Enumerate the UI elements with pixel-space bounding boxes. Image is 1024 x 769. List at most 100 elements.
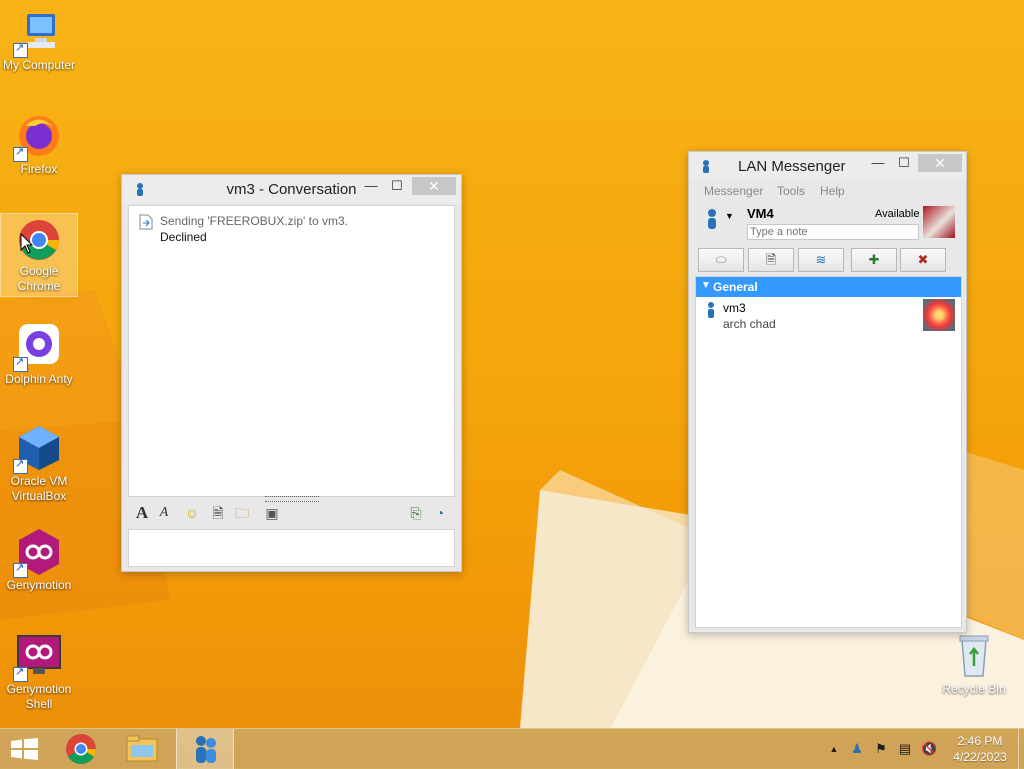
clock-time: 2:46 PM: [957, 734, 1003, 748]
desktop-icon-firefox[interactable]: Firefox: [1, 112, 77, 180]
user-status[interactable]: Available: [875, 208, 919, 220]
contact-note: arch chad: [723, 317, 776, 331]
dolphin-anty-icon: [13, 322, 63, 372]
desktop-icon-label: Genymotion Shell: [6, 682, 72, 711]
user-name: VM4: [747, 206, 774, 221]
send-file-icon[interactable]: 🗎: [208, 503, 228, 523]
lan-messenger-window: LAN Messenger — ☐ ✕ Messenger Tools Help…: [688, 151, 967, 633]
action-center-flag-icon[interactable]: ⚑: [873, 741, 889, 757]
start-button[interactable]: [0, 729, 54, 769]
windows-logo-icon: [11, 738, 38, 760]
desktop-icon-genymotion[interactable]: Genymotion: [1, 528, 77, 596]
taskbar-chrome[interactable]: [56, 729, 110, 769]
messenger-titlebar[interactable]: LAN Messenger — ☐ ✕: [689, 152, 966, 180]
shortcut-arrow-icon: [13, 457, 28, 474]
lan-messenger-tray-icon[interactable]: ♟: [849, 741, 865, 757]
user-status-icon[interactable]: [705, 208, 719, 230]
window-title: LAN Messenger: [738, 158, 846, 175]
contact-avatar: [923, 299, 955, 331]
show-hidden-icons-button[interactable]: ▲: [826, 741, 842, 757]
broadcast-icon[interactable]: ⎘: [406, 503, 426, 523]
mouse-cursor-icon: [20, 233, 34, 254]
shortcut-arrow-icon: [13, 561, 28, 578]
file-explorer-icon: [126, 735, 158, 762]
user-avatar[interactable]: [923, 206, 955, 238]
broadcast-button[interactable]: ≋: [798, 248, 844, 272]
clock[interactable]: 2:46 PM 4/22/2023: [944, 733, 1016, 765]
desktop-icon-genymotion-shell[interactable]: Genymotion Shell: [1, 632, 77, 714]
contact-status-icon: [708, 302, 714, 318]
user-panel: ▼ VM4 Available: [695, 204, 960, 242]
status-dropdown-icon[interactable]: ▼: [725, 211, 734, 221]
taskbar: ▲ ♟ ⚑ ▤ 🔇 2:46 PM 4/22/2023: [0, 728, 1024, 769]
file-transfer-icon: [139, 214, 153, 230]
conversation-titlebar[interactable]: vm3 - Conversation — ☐ ✕: [122, 175, 461, 203]
desktop-icon-google-chrome[interactable]: Google Chrome: [0, 213, 78, 297]
expand-arrow-icon: ▼: [701, 280, 711, 291]
minimize-button[interactable]: —: [358, 177, 384, 195]
send-folder-icon[interactable]: 🗀: [232, 503, 252, 523]
desktop-icon-label: Firefox: [20, 162, 58, 176]
clock-date: 4/22/2023: [953, 750, 1007, 764]
contact-list: ▼ General vm3 arch chad: [695, 276, 962, 628]
shortcut-arrow-icon: [13, 355, 28, 372]
contact-name: vm3: [723, 301, 746, 315]
taskbar-file-explorer[interactable]: [116, 729, 170, 769]
network-icon[interactable]: ▤: [897, 741, 913, 757]
desktop-icon-dolphin-anty[interactable]: Dolphin Anty: [1, 322, 77, 390]
history-icon[interactable]: ◔: [430, 503, 450, 523]
messenger-toolbar: ⬭ 🗎 ≋ ✚ ✖: [698, 248, 958, 272]
conversation-window: vm3 - Conversation — ☐ ✕ Sending 'FREERO…: [121, 174, 462, 572]
desktop-icon-my-computer[interactable]: My Computer: [1, 8, 77, 76]
recycle-bin-icon: [950, 632, 998, 680]
genymotion-icon: [13, 528, 63, 578]
close-button[interactable]: ✕: [918, 154, 962, 172]
window-title: vm3 - Conversation: [226, 181, 357, 198]
computer-icon: [13, 8, 63, 58]
message-input[interactable]: [128, 529, 455, 567]
firefox-icon: [13, 112, 63, 162]
menu-messenger[interactable]: Messenger: [704, 184, 763, 198]
menu-tools[interactable]: Tools: [777, 184, 805, 198]
remove-contact-button[interactable]: ✖: [900, 248, 946, 272]
file-transfer-message: Sending 'FREEROBUX.zip' to vm3.: [160, 214, 348, 228]
genymotion-shell-icon: [13, 632, 63, 682]
splitter-handle[interactable]: [265, 496, 319, 502]
desktop-icon-label: Recycle Bin: [942, 682, 1006, 696]
messenger-app-icon: [703, 160, 709, 173]
smiley-icon[interactable]: ☺: [182, 503, 202, 523]
note-input[interactable]: [747, 224, 919, 240]
format-toolbar: A A ☺ 🗎 🗀 ▣ ⎘ ◔: [128, 503, 453, 527]
desktop-icon-label: Genymotion: [6, 578, 72, 592]
desktop-icon-label: My Computer: [2, 58, 76, 72]
minimize-button[interactable]: —: [865, 154, 891, 172]
close-button[interactable]: ✕: [412, 177, 456, 195]
font-icon[interactable]: A: [132, 503, 152, 523]
desktop-icon-label: Google Chrome: [17, 264, 61, 293]
group-header-general[interactable]: ▼ General: [696, 277, 961, 297]
group-name: General: [713, 280, 758, 294]
contact-row[interactable]: vm3 arch chad: [696, 299, 961, 335]
menu-bar: Messenger Tools Help: [695, 182, 960, 200]
desktop-icon-virtualbox[interactable]: Oracle VM VirtualBox: [1, 424, 77, 506]
shortcut-arrow-icon: [13, 665, 28, 682]
chrome-icon: [66, 734, 97, 765]
virtualbox-icon: [13, 424, 63, 474]
chat-button[interactable]: ⬭: [698, 248, 744, 272]
file-transfer-status: Declined: [160, 230, 207, 244]
taskbar-lan-messenger[interactable]: [176, 729, 234, 769]
save-icon[interactable]: ▣: [262, 503, 282, 523]
add-contact-button[interactable]: ✚: [851, 248, 897, 272]
desktop-icon-label: Dolphin Anty: [5, 372, 73, 386]
maximize-button[interactable]: ☐: [891, 154, 917, 172]
lan-messenger-icon: [196, 736, 216, 763]
maximize-button[interactable]: ☐: [384, 177, 410, 195]
desktop-icon-recycle-bin[interactable]: Recycle Bin: [936, 632, 1012, 700]
volume-muted-icon[interactable]: 🔇: [921, 741, 937, 757]
send-file-button[interactable]: 🗎: [748, 248, 794, 272]
show-desktop-button[interactable]: [1018, 729, 1024, 769]
font-color-icon[interactable]: A: [154, 503, 174, 523]
desktop-icon-label: Oracle VM VirtualBox: [10, 474, 68, 503]
menu-help[interactable]: Help: [820, 184, 845, 198]
shortcut-arrow-icon: [13, 145, 28, 162]
